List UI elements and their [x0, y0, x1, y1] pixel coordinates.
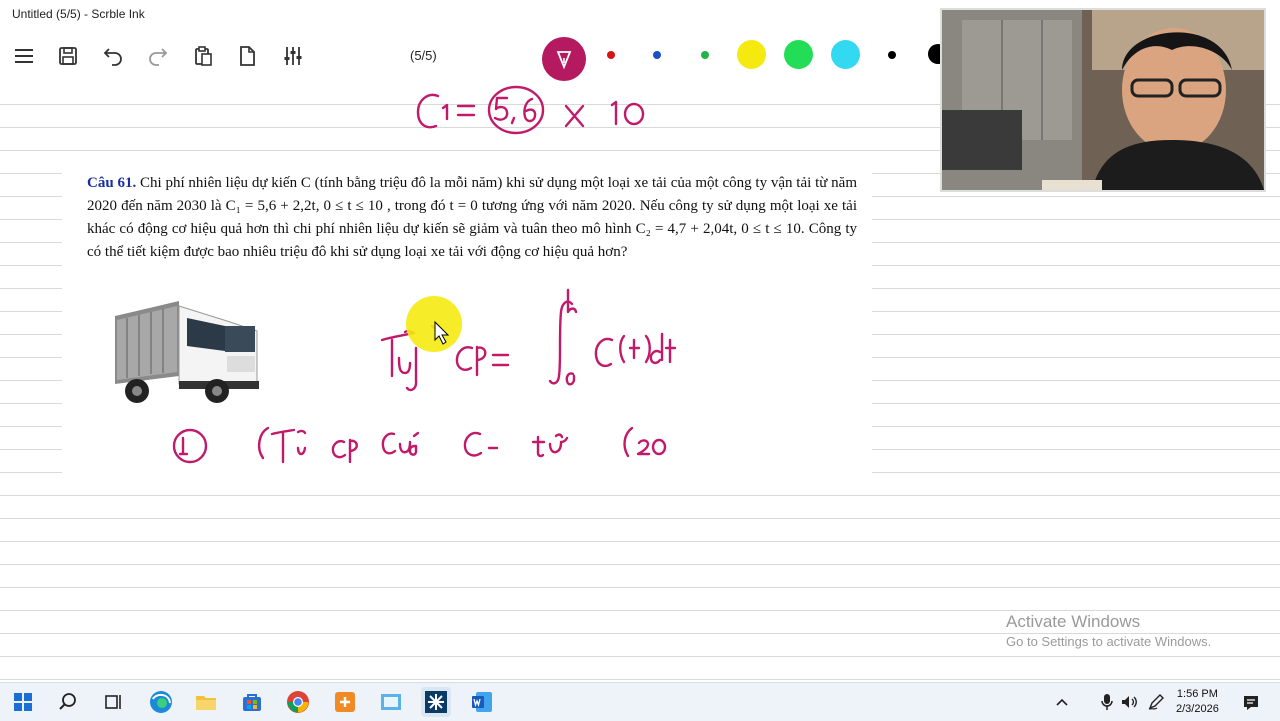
watermark-title: Activate Windows — [1006, 612, 1141, 631]
color-red[interactable] — [607, 51, 615, 59]
app-orange-icon[interactable] — [330, 687, 360, 717]
search-icon[interactable] — [53, 687, 83, 717]
cursor-highlight — [406, 296, 462, 352]
color-lime[interactable] — [784, 40, 813, 69]
file-explorer-icon[interactable] — [191, 687, 221, 717]
windows-start-icon[interactable] — [8, 687, 38, 717]
color-blue[interactable] — [653, 51, 661, 59]
store-icon[interactable] — [237, 687, 267, 717]
redo-icon[interactable] — [142, 40, 174, 72]
page-indicator: (5/5) — [410, 48, 437, 63]
taskbar: 1:56 PM 2/3/2026 — [0, 682, 1280, 721]
clock-time: 1:56 PM — [1176, 688, 1218, 700]
settings-sliders-icon[interactable] — [277, 40, 309, 72]
pen-tool-button[interactable] — [542, 37, 586, 81]
chevron-up-icon[interactable] — [1047, 687, 1077, 717]
paste-icon[interactable] — [187, 40, 219, 72]
new-page-icon[interactable] — [231, 40, 263, 72]
word-icon[interactable] — [467, 687, 497, 717]
color-yellow[interactable] — [737, 40, 766, 69]
window-title: Untitled (5/5) - Scrble Ink — [12, 7, 145, 21]
app-blue-icon[interactable] — [376, 687, 406, 717]
pen-tray-icon[interactable] — [1141, 687, 1171, 717]
edge-icon[interactable] — [146, 687, 176, 717]
clock-date: 2/3/2026 — [1176, 703, 1219, 715]
chrome-icon[interactable] — [283, 687, 313, 717]
undo-icon[interactable] — [97, 40, 129, 72]
color-green[interactable] — [701, 51, 709, 59]
scrble-ink-icon[interactable] — [421, 687, 451, 717]
menu-icon[interactable] — [8, 40, 40, 72]
pen-icon — [556, 51, 572, 70]
webcam-overlay — [940, 8, 1266, 192]
color-black[interactable] — [888, 51, 896, 59]
system-clock[interactable]: 1:56 PM 2/3/2026 — [1176, 687, 1219, 717]
windows-activation-watermark: Activate Windows Go to Settings to activ… — [1006, 612, 1211, 649]
notification-icon[interactable] — [1236, 687, 1266, 717]
save-icon[interactable] — [52, 40, 84, 72]
speaker-icon[interactable] — [1114, 687, 1144, 717]
task-view-icon[interactable] — [98, 687, 128, 717]
color-cyan[interactable] — [831, 40, 860, 69]
watermark-subtitle: Go to Settings to activate Windows. — [1006, 634, 1212, 649]
